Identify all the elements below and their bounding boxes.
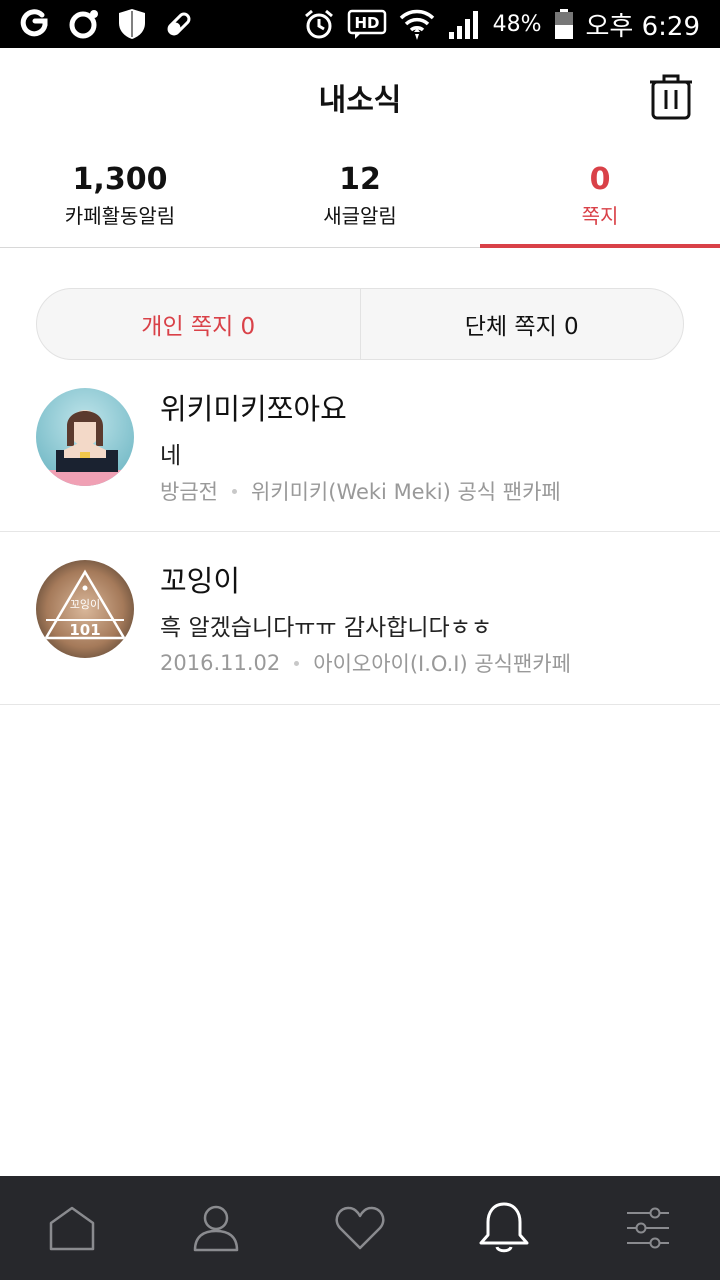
status-bar: HD 48% 오후 6:29 <box>0 0 720 48</box>
battery-percent: 48% <box>492 11 542 37</box>
app-header: 내소식 <box>0 48 720 146</box>
separator-dot <box>294 660 300 666</box>
pill-icon <box>164 9 194 39</box>
tab-count: 0 <box>589 162 611 197</box>
shield-icon <box>118 8 146 40</box>
wifi-icon <box>399 7 435 41</box>
cafe-name: 아이오아이(I.O.I) 공식팬카페 <box>313 652 571 676</box>
sender-name: 위키미키쪼아요 <box>160 392 347 426</box>
separator-dot <box>231 488 237 494</box>
bottom-nav <box>0 1176 720 1280</box>
notification-tabs: 1,300 카페활동알림 12 새글알림 0 쪽지 <box>0 146 720 248</box>
message-preview: 흑 알겠습니다ㅠㅠ 감사합니다ㅎㅎ <box>160 615 493 641</box>
list-item[interactable]: 꼬잉이 101 꼬잉이 흑 알겠습니다ㅠㅠ 감사합니다ㅎㅎ 2016.11.02… <box>0 532 720 705</box>
tab-label: 카페활동알림 <box>64 204 176 228</box>
app-g-icon <box>20 9 50 39</box>
profile-icon <box>193 1205 239 1252</box>
tab-messages[interactable]: 0 쪽지 <box>480 146 720 248</box>
avatar[interactable] <box>36 388 134 486</box>
nav-favorites[interactable] <box>288 1176 432 1280</box>
tab-new-posts[interactable]: 12 새글알림 <box>240 146 480 247</box>
tab-label: 쪽지 <box>581 204 619 228</box>
message-preview: 네 <box>160 443 182 469</box>
avatar-label: 꼬잉이 <box>70 598 100 611</box>
message-type-toggle: 개인 쪽지 0 단체 쪽지 0 <box>36 288 684 360</box>
nav-notifications[interactable] <box>432 1176 576 1280</box>
message-time: 2016.11.02 <box>160 651 281 675</box>
avatar-number: 101 <box>69 621 100 639</box>
message-time: 방금전 <box>160 480 218 504</box>
tab-count: 12 <box>339 162 381 197</box>
message-meta: 방금전 위키미키(Weki Meki) 공식 팬카페 <box>160 476 561 506</box>
tab-label: 새글알림 <box>323 204 397 228</box>
sender-name: 꼬잉이 <box>160 564 241 598</box>
record-icon <box>68 8 100 40</box>
page-title: 내소식 <box>318 83 402 118</box>
settings-sliders-icon <box>627 1207 669 1249</box>
trash-icon <box>650 74 692 120</box>
message-meta: 2016.11.02 아이오아이(I.O.I) 공식팬카페 <box>160 648 571 678</box>
personal-messages-button[interactable]: 개인 쪽지 0 <box>37 289 360 359</box>
group-messages-button[interactable]: 단체 쪽지 0 <box>359 289 684 359</box>
nav-home[interactable] <box>0 1176 144 1280</box>
tab-cafe-activity[interactable]: 1,300 카페활동알림 <box>0 146 240 247</box>
home-icon <box>49 1206 95 1251</box>
message-list: 위키미키쪼아요 네 방금전 위키미키(Weki Meki) 공식 팬카페 꼬잉이… <box>0 360 720 705</box>
tab-count: 1,300 <box>72 162 168 197</box>
heart-icon <box>335 1206 385 1250</box>
avatar[interactable]: 꼬잉이 101 <box>36 560 134 658</box>
delete-button[interactable] <box>650 72 692 122</box>
list-item[interactable]: 위키미키쪼아요 네 방금전 위키미키(Weki Meki) 공식 팬카페 <box>0 360 720 532</box>
svg-text:HD: HD <box>354 14 379 32</box>
hd-icon: HD <box>347 8 387 40</box>
alarm-icon <box>303 8 335 40</box>
cafe-name: 위키미키(Weki Meki) 공식 팬카페 <box>250 480 561 504</box>
nav-profile[interactable] <box>144 1176 288 1280</box>
bell-icon <box>479 1202 529 1253</box>
clock: 오후 6:29 <box>585 11 701 42</box>
battery-icon <box>554 8 574 40</box>
nav-settings[interactable] <box>576 1176 720 1280</box>
signal-icon <box>447 8 481 40</box>
